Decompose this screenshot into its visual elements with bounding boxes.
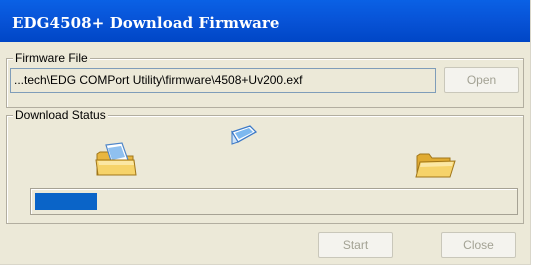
progress-fill <box>35 193 97 210</box>
folder-with-document-icon <box>95 142 137 176</box>
download-status-group-label: Download Status <box>13 108 108 122</box>
open-button[interactable]: Open <box>444 67 519 93</box>
close-button[interactable]: Close <box>441 232 516 258</box>
title-bar[interactable]: EDG4508+ Download Firmware <box>0 0 530 42</box>
firmware-file-group-label: Firmware File <box>13 51 90 65</box>
window-title: EDG4508+ Download Firmware <box>12 14 280 32</box>
flying-document-icon <box>231 125 258 145</box>
open-folder-icon <box>415 153 456 178</box>
start-button[interactable]: Start <box>318 232 393 258</box>
firmware-path-field[interactable]: ...tech\EDG COMPort Utility\firmware\450… <box>10 68 436 93</box>
title-bar-bottom-edge <box>0 42 530 50</box>
download-firmware-dialog: EDG4508+ Download Firmware Firmware File… <box>0 0 531 265</box>
download-progress-bar <box>30 188 518 215</box>
